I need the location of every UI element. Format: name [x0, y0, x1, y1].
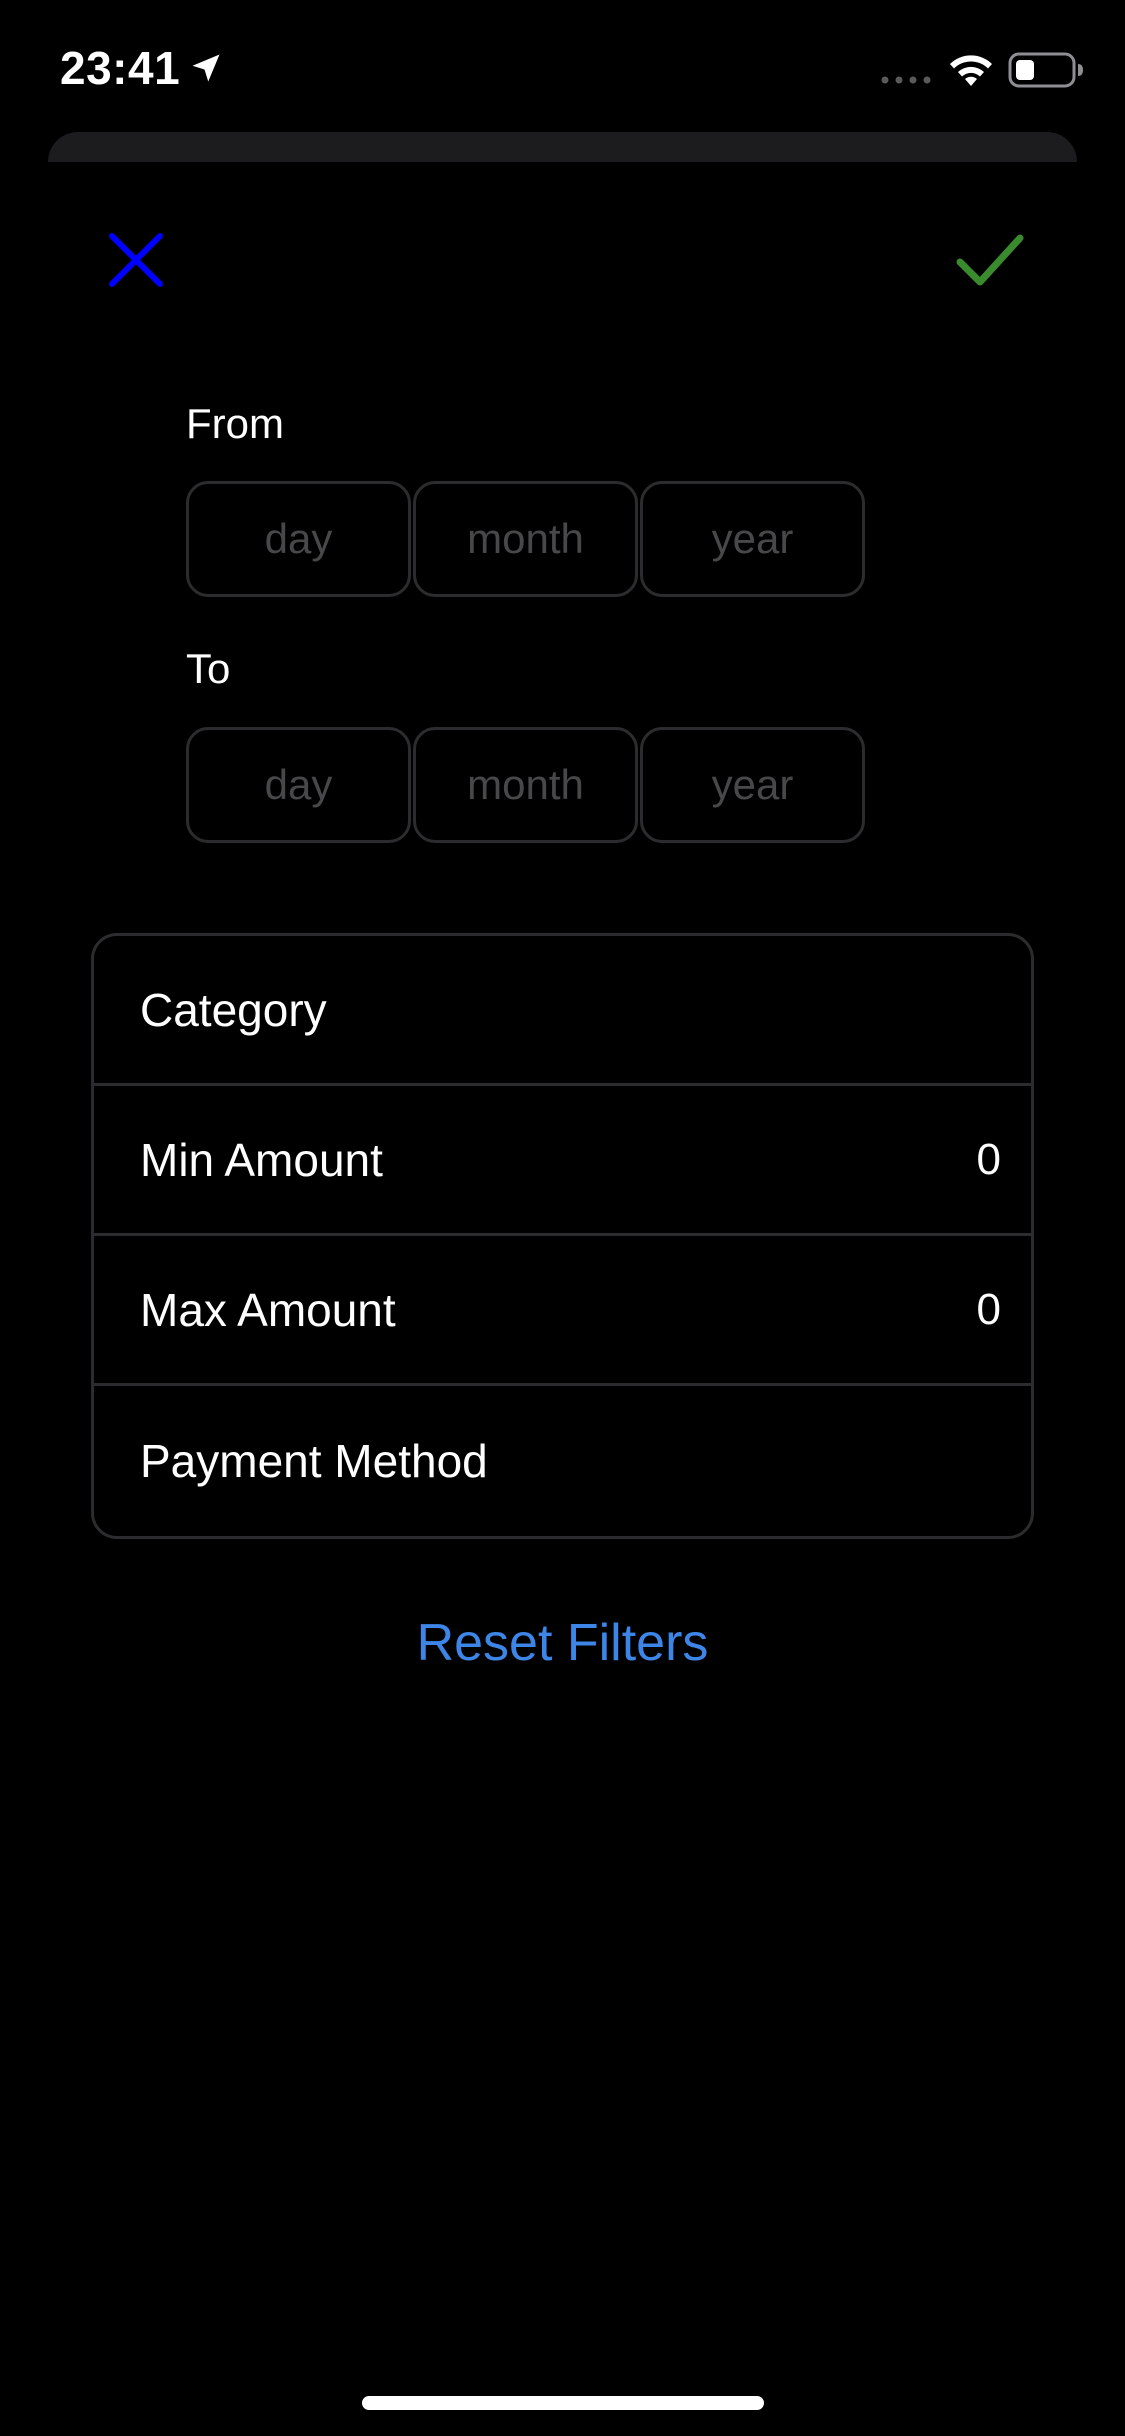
- payment-method-row[interactable]: Payment Method: [94, 1386, 1031, 1536]
- to-date-row: [186, 727, 866, 843]
- category-label: Category: [140, 983, 327, 1036]
- status-bar: 23:41: [0, 0, 1125, 132]
- checkmark-icon: [956, 234, 1024, 286]
- battery-icon: [1008, 52, 1083, 88]
- status-time: 23:41: [60, 42, 181, 94]
- max-amount-value[interactable]: 0: [977, 1285, 1001, 1335]
- home-indicator: [362, 2396, 764, 2410]
- from-day-input[interactable]: [186, 481, 411, 597]
- from-date-row: [186, 481, 866, 597]
- filter-list: Category Min Amount 0 Max Amount 0 Payme…: [91, 933, 1034, 1539]
- location-arrow-icon: [192, 54, 220, 82]
- to-day-input[interactable]: [186, 727, 411, 843]
- from-month-input[interactable]: [413, 481, 638, 597]
- from-label: From: [186, 400, 284, 447]
- min-amount-value[interactable]: 0: [977, 1135, 1001, 1185]
- max-amount-label: Max Amount: [140, 1283, 396, 1336]
- min-amount-row[interactable]: Min Amount 0: [94, 1086, 1031, 1236]
- to-year-input[interactable]: [640, 727, 865, 843]
- category-row[interactable]: Category: [94, 936, 1031, 1086]
- confirm-button[interactable]: [950, 220, 1030, 300]
- reset-filters-button[interactable]: Reset Filters: [0, 1608, 1125, 1678]
- to-label: To: [186, 645, 231, 692]
- close-icon: [109, 233, 163, 287]
- min-amount-label: Min Amount: [140, 1133, 383, 1186]
- sheet-background-edge: [48, 132, 1077, 162]
- from-year-input[interactable]: [640, 481, 865, 597]
- cellular-signal-icon: [881, 76, 931, 84]
- payment-method-label: Payment Method: [140, 1435, 488, 1487]
- to-month-input[interactable]: [413, 727, 638, 843]
- wifi-icon: [950, 55, 992, 86]
- max-amount-row[interactable]: Max Amount 0: [94, 1236, 1031, 1386]
- close-button[interactable]: [96, 220, 176, 300]
